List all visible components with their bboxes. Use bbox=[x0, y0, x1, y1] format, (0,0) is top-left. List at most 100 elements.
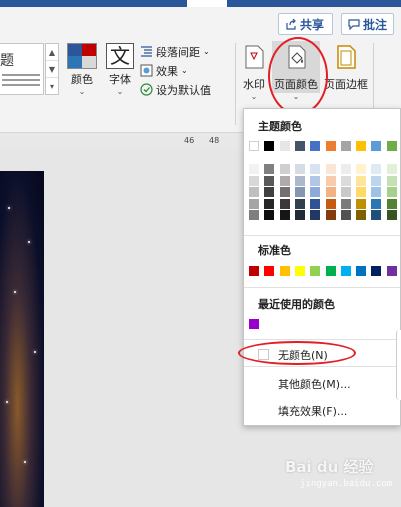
standard-color-swatch[interactable] bbox=[264, 266, 275, 276]
theme-shade-swatch[interactable] bbox=[249, 164, 259, 174]
page-borders-button[interactable]: 页面边框 bbox=[322, 43, 370, 92]
theme-shade-swatch[interactable] bbox=[356, 198, 367, 209]
paragraph-spacing-button[interactable]: 段落间距 ⌄ bbox=[140, 43, 236, 60]
gallery-scroll[interactable]: ▲ ▼ ▾ bbox=[45, 43, 59, 95]
theme-color-swatch[interactable] bbox=[310, 141, 321, 151]
gallery-down-icon[interactable]: ▼ bbox=[46, 61, 58, 78]
colors-label: 颜色 bbox=[71, 73, 93, 86]
theme-color-swatch[interactable] bbox=[386, 141, 397, 151]
theme-shade-swatch[interactable] bbox=[264, 210, 275, 220]
theme-shade-swatch[interactable] bbox=[356, 187, 367, 197]
theme-shade-swatch[interactable] bbox=[356, 175, 367, 186]
watermark-button[interactable]: 水印 ⌄ bbox=[239, 43, 269, 101]
star bbox=[24, 461, 26, 463]
theme-shade-swatch[interactable] bbox=[340, 187, 351, 197]
standard-color-swatch[interactable] bbox=[310, 266, 321, 276]
theme-shade-swatch[interactable] bbox=[386, 164, 397, 174]
scrollbar-edge[interactable] bbox=[396, 330, 401, 400]
fill-effects-item[interactable]: 填充效果(F)... bbox=[278, 403, 347, 419]
theme-shade-swatch[interactable] bbox=[386, 175, 397, 186]
page-background-image bbox=[0, 171, 44, 507]
theme-shade-swatch[interactable] bbox=[325, 198, 336, 209]
theme-shade-swatch[interactable] bbox=[310, 187, 321, 197]
fonts-button[interactable]: 文 字体 ⌄ bbox=[104, 43, 136, 96]
page-borders-label: 页面边框 bbox=[324, 78, 368, 91]
theme-shade-swatch[interactable] bbox=[310, 210, 321, 220]
theme-color-swatch[interactable] bbox=[249, 141, 259, 151]
theme-shade-swatch[interactable] bbox=[294, 164, 305, 174]
theme-shade-swatch[interactable] bbox=[279, 175, 290, 186]
theme-shade-swatch[interactable] bbox=[279, 187, 290, 197]
theme-color-swatch[interactable] bbox=[325, 141, 336, 151]
theme-shade-swatch[interactable] bbox=[356, 210, 367, 220]
watermark-label: 水印 bbox=[243, 78, 265, 91]
theme-shade-swatch[interactable] bbox=[249, 187, 259, 197]
paragraph-spacing-label: 段落间距 bbox=[156, 45, 200, 59]
theme-shade-swatch[interactable] bbox=[294, 210, 305, 220]
theme-shade-swatch[interactable] bbox=[264, 187, 275, 197]
standard-color-swatch[interactable] bbox=[294, 266, 305, 276]
theme-shade-swatch[interactable] bbox=[325, 164, 336, 174]
theme-shade-swatch[interactable] bbox=[371, 198, 382, 209]
theme-shade-swatch[interactable] bbox=[371, 175, 382, 186]
theme-shade-swatch[interactable] bbox=[356, 164, 367, 174]
colors-button[interactable]: 颜色 ⌄ bbox=[64, 43, 100, 96]
set-default-button[interactable]: 设为默认值 bbox=[140, 81, 236, 98]
theme-shade-swatch[interactable] bbox=[264, 164, 275, 174]
theme-shade-swatch[interactable] bbox=[340, 198, 351, 209]
theme-shade-swatch[interactable] bbox=[325, 210, 336, 220]
effects-button[interactable]: 效果 ⌄ bbox=[140, 62, 236, 79]
theme-shade-swatch[interactable] bbox=[294, 175, 305, 186]
theme-shade-swatch[interactable] bbox=[371, 187, 382, 197]
more-colors-item[interactable]: 其他颜色(M)... bbox=[278, 376, 351, 392]
theme-shade-swatch[interactable] bbox=[294, 187, 305, 197]
watermark-icon bbox=[245, 45, 264, 69]
theme-shade-swatch[interactable] bbox=[371, 164, 382, 174]
theme-color-swatch[interactable] bbox=[279, 141, 290, 151]
theme-color-swatch[interactable] bbox=[371, 141, 382, 151]
theme-shade-swatch[interactable] bbox=[325, 175, 336, 186]
theme-shade-swatch[interactable] bbox=[310, 198, 321, 209]
theme-shade-swatch[interactable] bbox=[310, 164, 321, 174]
standard-color-swatch[interactable] bbox=[340, 266, 351, 276]
theme-shade-swatch[interactable] bbox=[249, 198, 259, 209]
standard-color-swatch[interactable] bbox=[325, 266, 336, 276]
standard-color-swatch[interactable] bbox=[356, 266, 367, 276]
theme-shade-swatch[interactable] bbox=[264, 198, 275, 209]
standard-color-swatch[interactable] bbox=[371, 266, 382, 276]
style-gallery[interactable]: 题 bbox=[0, 43, 44, 95]
theme-shade-swatch[interactable] bbox=[294, 198, 305, 209]
standard-color-swatch[interactable] bbox=[279, 266, 290, 276]
standard-color-swatch[interactable] bbox=[249, 266, 259, 276]
theme-color-swatch[interactable] bbox=[264, 141, 275, 151]
theme-color-swatch[interactable] bbox=[340, 141, 351, 151]
theme-shade-swatch[interactable] bbox=[264, 175, 275, 186]
theme-shade-swatch[interactable] bbox=[340, 210, 351, 220]
theme-shade-swatch[interactable] bbox=[386, 187, 397, 197]
theme-shade-swatch[interactable] bbox=[249, 175, 259, 186]
share-button[interactable]: 共享 bbox=[278, 13, 333, 35]
tab-strip: 共享 批注 bbox=[0, 7, 401, 39]
theme-shade-swatch[interactable] bbox=[386, 210, 397, 220]
theme-shade-swatch[interactable] bbox=[386, 198, 397, 209]
theme-shade-swatch[interactable] bbox=[310, 175, 321, 186]
theme-shade-swatch[interactable] bbox=[249, 210, 259, 220]
recent-color-swatch[interactable] bbox=[249, 319, 259, 329]
theme-shade-swatch[interactable] bbox=[279, 198, 290, 209]
theme-shade-swatch[interactable] bbox=[340, 164, 351, 174]
theme-color-swatch[interactable] bbox=[356, 141, 367, 151]
theme-shade-swatch[interactable] bbox=[371, 210, 382, 220]
comment-button[interactable]: 批注 bbox=[341, 13, 394, 35]
gallery-up-icon[interactable]: ▲ bbox=[46, 44, 58, 61]
colors-icon bbox=[67, 43, 97, 69]
theme-shade-swatch[interactable] bbox=[279, 210, 290, 220]
theme-shade-swatch[interactable] bbox=[279, 164, 290, 174]
theme-shade-swatch[interactable] bbox=[340, 175, 351, 186]
theme-shade-swatch[interactable] bbox=[325, 187, 336, 197]
gallery-more-icon[interactable]: ▾ bbox=[46, 78, 58, 95]
standard-color-swatch[interactable] bbox=[386, 266, 397, 276]
ribbon-divider bbox=[235, 43, 236, 125]
dropdown-divider bbox=[244, 287, 400, 288]
share-label: 共享 bbox=[300, 17, 325, 32]
theme-color-swatch[interactable] bbox=[294, 141, 305, 151]
